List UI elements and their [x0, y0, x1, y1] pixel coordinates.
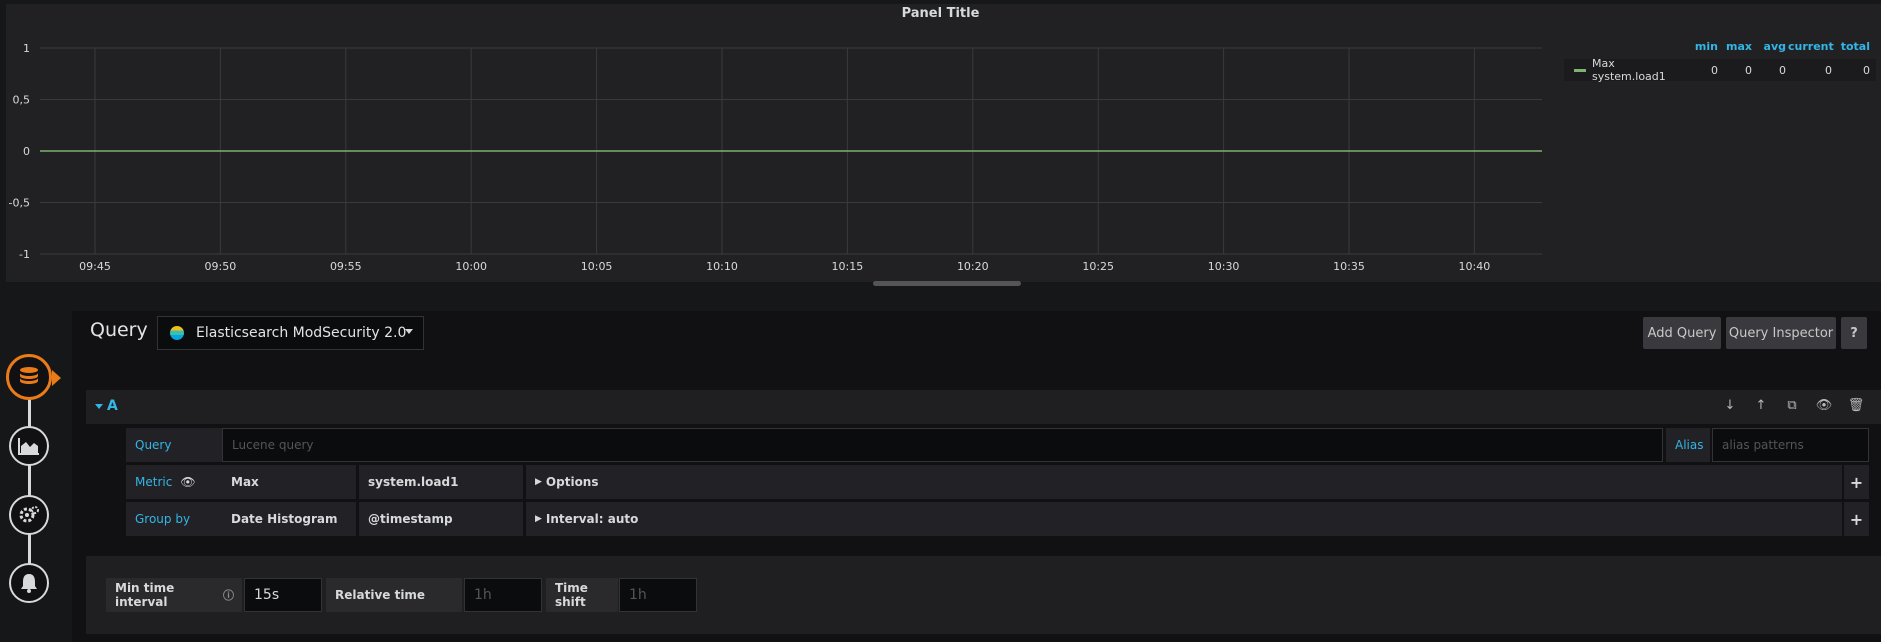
query-inspector-button[interactable]: Query Inspector: [1726, 317, 1836, 349]
datasource-name: Elasticsearch ModSecurity 2.0: [196, 325, 407, 341]
editor-title: Query: [90, 319, 148, 341]
metric-label-cell: Metric 👁: [126, 465, 222, 499]
query-row-header[interactable]: [86, 390, 1881, 424]
legend-series-row[interactable]: Max system.load1 0 0 0 0 0: [1564, 57, 1876, 83]
groupby-label: Group by: [126, 502, 222, 536]
legend-header-avg[interactable]: avg: [1754, 40, 1786, 53]
database-icon: [20, 367, 38, 384]
x-tick-label: 09:55: [330, 260, 362, 273]
alias-input[interactable]: alias patterns: [1712, 428, 1869, 462]
groupby-type-select[interactable]: Date Histogram: [222, 502, 356, 536]
x-tick-label: 10:25: [1082, 260, 1114, 273]
y-tick-label: -0,5: [9, 197, 30, 210]
y-tick-label: 1: [23, 42, 30, 55]
legend-value-total: 0: [1863, 63, 1870, 77]
legend-header: min max avg current total: [1564, 40, 1876, 53]
caret-right-icon: ▶: [535, 514, 542, 524]
legend-value-max: 0: [1745, 63, 1752, 77]
groupby-options-label: Interval: auto: [545, 512, 639, 526]
metric-options-label: Options: [545, 475, 599, 489]
help-button[interactable]: ?: [1841, 317, 1867, 349]
step-queries[interactable]: [6, 354, 52, 400]
step-alert[interactable]: [9, 563, 49, 603]
eye-icon[interactable]: 👁: [180, 475, 195, 489]
legend-header-min[interactable]: min: [1686, 40, 1718, 53]
y-tick-label: -1: [19, 248, 30, 261]
x-tick-label: 10:10: [706, 260, 738, 273]
legend: min max avg current total Max system.loa…: [1564, 40, 1876, 83]
caret-down-icon: [405, 329, 413, 334]
metric-label: Metric: [135, 475, 173, 489]
bell-icon: [21, 574, 37, 593]
time-shift-placeholder: 1h: [629, 587, 647, 603]
legend-series-swatch[interactable]: [1574, 68, 1586, 72]
alias-placeholder: alias patterns: [1722, 438, 1804, 452]
lucene-query-placeholder: Lucene query: [232, 438, 314, 452]
add-metric-button[interactable]: +: [1844, 465, 1869, 499]
trash-icon[interactable]: 🗑: [1847, 398, 1865, 416]
lucene-query-input[interactable]: Lucene query: [222, 428, 1663, 462]
relative-time-placeholder: 1h: [474, 587, 492, 603]
step-general[interactable]: [9, 495, 49, 535]
x-tick-label: 10:15: [832, 260, 864, 273]
x-tick-label: 10:40: [1459, 260, 1491, 273]
query-row-letter[interactable]: A: [107, 398, 118, 414]
legend-header-max[interactable]: max: [1720, 40, 1752, 53]
x-tick-label: 09:50: [205, 260, 237, 273]
duplicate-icon[interactable]: ⧉: [1783, 398, 1801, 416]
relative-time-label: Relative time: [326, 578, 462, 612]
legend-value-min: 0: [1711, 63, 1718, 77]
y-tick-label: 0,5: [13, 94, 31, 107]
x-tick-label: 09:45: [79, 260, 111, 273]
legend-value-avg: 0: [1779, 63, 1786, 77]
gears-icon: [19, 506, 39, 523]
legend-header-current[interactable]: current: [1788, 40, 1834, 53]
panel-resize-handle[interactable]: [873, 281, 1021, 286]
min-interval-label-cell: Min time interval ⓘ: [106, 578, 242, 612]
collapse-caret-icon[interactable]: [95, 404, 103, 409]
x-tick-label: 10:05: [581, 260, 613, 273]
line-chart: 1 0,5 0 -0,5 -1 09:45 09:50 09:55 10:00 10:05 10:1…: [9, 42, 1542, 273]
x-tick-label: 10:20: [957, 260, 989, 273]
groupby-field-select[interactable]: @timestamp: [359, 502, 523, 536]
min-interval-input[interactable]: 15s: [244, 578, 322, 612]
metric-field-select[interactable]: system.load1: [359, 465, 523, 499]
relative-time-input[interactable]: 1h: [464, 578, 542, 612]
time-shift-label: Time shift: [546, 578, 618, 612]
x-tick-label: 10:00: [455, 260, 487, 273]
metric-options-toggle[interactable]: ▶ Options: [526, 465, 1842, 499]
datasource-picker[interactable]: Elasticsearch ModSecurity 2.0: [157, 316, 424, 350]
legend-value-current: 0: [1825, 63, 1832, 77]
info-icon[interactable]: ⓘ: [223, 587, 234, 603]
y-tick-label: 0: [23, 145, 30, 158]
alias-label: Alias: [1666, 428, 1710, 462]
chart-area-icon: [18, 438, 39, 455]
legend-series-name[interactable]: Max system.load1: [1592, 57, 1684, 83]
caret-right-icon: ▶: [535, 477, 542, 487]
move-up-icon[interactable]: ↑: [1752, 398, 1770, 416]
x-tick-label: 10:35: [1333, 260, 1365, 273]
step-visualization[interactable]: [9, 426, 49, 466]
active-step-pointer: [52, 370, 61, 386]
time-shift-input[interactable]: 1h: [619, 578, 697, 612]
metric-type-select[interactable]: Max: [222, 465, 356, 499]
groupby-options-toggle[interactable]: ▶ Interval: auto: [526, 502, 1842, 536]
eye-icon[interactable]: 👁: [1815, 398, 1833, 416]
x-tick-label: 10:30: [1208, 260, 1240, 273]
add-query-button[interactable]: Add Query: [1643, 317, 1721, 349]
legend-header-total[interactable]: total: [1834, 40, 1870, 53]
steps-rail: [28, 380, 31, 580]
min-interval-label: Min time interval: [115, 581, 175, 609]
add-groupby-button[interactable]: +: [1844, 502, 1869, 536]
query-label: Query: [126, 428, 222, 462]
elasticsearch-icon: [170, 326, 184, 340]
move-down-icon[interactable]: ↓: [1721, 398, 1739, 416]
